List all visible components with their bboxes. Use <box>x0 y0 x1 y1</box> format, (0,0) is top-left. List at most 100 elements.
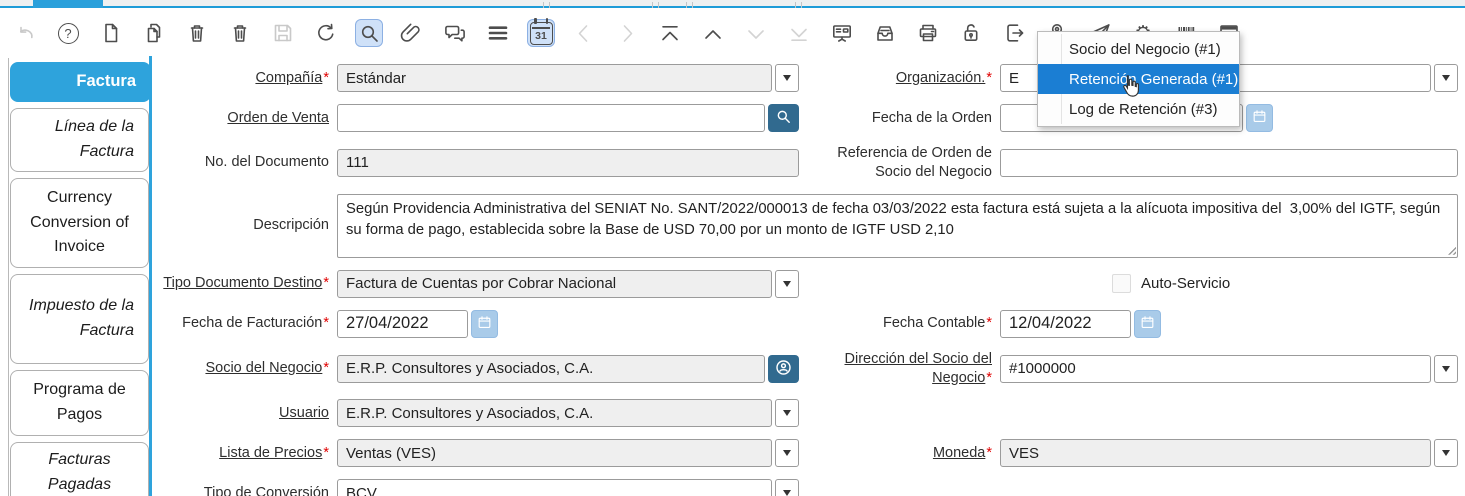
business-partner-icon <box>774 358 793 380</box>
workflow-icon[interactable] <box>829 20 855 46</box>
fecha-contable-input[interactable] <box>1000 309 1131 338</box>
archive-icon[interactable] <box>872 20 898 46</box>
field-label-tipo-de-conversion[interactable]: Tipo de Conversión <box>204 485 329 496</box>
delete-record-icon[interactable] <box>184 20 210 46</box>
fecha-de-la-orden-calendar-button[interactable] <box>1246 104 1273 132</box>
tab-strip-tick <box>801 2 802 8</box>
sidebar-tab-linea-de-la-factura[interactable]: Línea de la Factura <box>10 108 149 172</box>
chevron-right-icon[interactable] <box>614 20 640 46</box>
grid-toggle-icon[interactable] <box>485 20 511 46</box>
tab-strip-tick <box>795 2 796 8</box>
field-label-organizacion[interactable]: Organización. <box>896 70 985 86</box>
field-label-lista-de-precios[interactable]: Lista de Precios <box>219 445 322 461</box>
save-icon[interactable] <box>270 20 296 46</box>
field-label-socio-del-negocio[interactable]: Socio del Negocio <box>205 360 322 376</box>
field-label-fecha-de-la-orden: Fecha de la Orden <box>871 109 992 126</box>
required-asterisk: * <box>323 315 329 332</box>
orden-de-venta-lookup-button[interactable] <box>768 104 799 132</box>
field-label-direccion-del-socio-del-negocio[interactable]: Dirección del Socio del Negocio <box>845 351 993 386</box>
field-label-compania[interactable]: Compañía <box>255 70 322 86</box>
help-icon[interactable]: ? <box>55 20 81 46</box>
browser-tab-strip <box>0 0 1465 8</box>
field-label-tipo-documento-destino[interactable]: Tipo Documento Destino <box>163 275 322 291</box>
context-menu-item-socio-del-negocio-1[interactable]: Socio del Negocio (#1) <box>1038 34 1239 64</box>
form-row: Descripción Según Providencia Administrat… <box>152 193 1465 258</box>
undo-icon[interactable] <box>12 20 38 46</box>
compania-input[interactable] <box>337 64 772 92</box>
lock-icon[interactable] <box>958 20 984 46</box>
field-label-usuario[interactable]: Usuario <box>279 405 329 421</box>
organizacion-dropdown-button[interactable] <box>1434 64 1458 92</box>
export-icon[interactable] <box>1001 20 1027 46</box>
tab-strip-tick <box>652 2 653 8</box>
lista-de-precios-input[interactable] <box>337 439 772 468</box>
hand-cursor <box>1123 75 1139 97</box>
form-row: Fecha de Facturación*Fecha Contable* <box>152 309 1465 338</box>
last-record-icon[interactable] <box>786 20 812 46</box>
next-record-icon[interactable] <box>743 20 769 46</box>
required-asterisk: * <box>323 275 329 292</box>
chevron-down-icon <box>783 450 791 457</box>
sidebar-tab-programa-de-pagos[interactable]: Programa de Pagos <box>10 370 149 436</box>
usuario-input[interactable] <box>337 399 772 428</box>
active-tab-segment <box>33 0 103 8</box>
field-label-moneda[interactable]: Moneda <box>933 445 985 461</box>
refresh-icon[interactable] <box>313 20 339 46</box>
field-label-orden-de-venta[interactable]: Orden de Venta <box>227 110 329 126</box>
sidebar-tab-facturas-pagadas[interactable]: Facturas Pagadas <box>10 442 149 496</box>
form-row: Lista de Precios*Moneda* <box>152 439 1465 468</box>
direccion-del-socio-del-negocio-input[interactable] <box>1000 354 1431 383</box>
required-asterisk: * <box>323 69 329 86</box>
tipo-documento-destino-dropdown-button[interactable] <box>775 269 799 298</box>
socio-del-negocio-lookup-button[interactable] <box>768 354 799 383</box>
form-row: Tipo Documento Destino* Auto-Servicio <box>152 269 1465 298</box>
moneda-dropdown-button[interactable] <box>1434 439 1458 468</box>
required-asterisk: * <box>986 444 992 461</box>
copy-record-icon[interactable] <box>141 20 167 46</box>
required-asterisk: * <box>323 360 329 377</box>
descripcion-textarea[interactable]: Según Providencia Administrativa del SEN… <box>337 193 1458 258</box>
print-icon[interactable] <box>915 20 941 46</box>
attachment-icon[interactable] <box>399 20 425 46</box>
sidebar-tab-factura[interactable]: Factura <box>10 62 151 102</box>
fecha-de-facturacion-input[interactable] <box>337 309 468 338</box>
chevron-down-icon <box>1442 75 1450 81</box>
fecha-contable-calendar-button[interactable] <box>1134 309 1161 338</box>
tipo-de-conversion-input[interactable] <box>337 479 772 496</box>
tipo-documento-destino-input[interactable] <box>337 269 772 298</box>
required-asterisk: * <box>323 444 329 461</box>
referencia-de-orden-de-socio-del-negocio-input[interactable] <box>1000 148 1458 177</box>
chat-icon[interactable] <box>442 20 468 46</box>
orden-de-venta-input[interactable] <box>337 104 765 132</box>
calendar-icon <box>476 314 493 334</box>
fecha-de-facturacion-calendar-button[interactable] <box>471 309 498 338</box>
direccion-del-socio-del-negocio-dropdown-button[interactable] <box>1434 354 1458 383</box>
form-row: Compañía*Organización.* <box>152 64 1465 92</box>
tipo-de-conversion-dropdown-button[interactable] <box>775 479 799 496</box>
context-menu-item-log-de-retencion-3[interactable]: Log de Retención (#3) <box>1038 94 1239 124</box>
no-del-documento-input[interactable] <box>337 148 799 177</box>
calendar-icon <box>1139 314 1156 334</box>
tab-strip-tick <box>543 2 544 8</box>
sidebar-tab-impuesto-de-la-factura[interactable]: Impuesto de la Factura <box>10 274 149 364</box>
moneda-input[interactable] <box>1000 439 1431 468</box>
toolbar: ?31⚙ <box>0 10 1465 56</box>
previous-record-icon[interactable] <box>700 20 726 46</box>
chevron-left-icon[interactable] <box>571 20 597 46</box>
calendar-icon[interactable]: 31 <box>528 18 554 46</box>
first-record-icon[interactable] <box>657 20 683 46</box>
lista-de-precios-dropdown-button[interactable] <box>775 439 799 468</box>
socio-del-negocio-input[interactable] <box>337 354 765 383</box>
chevron-down-icon <box>1442 450 1450 457</box>
field-label-no-del-documento: No. del Documento <box>204 154 329 171</box>
auto-servicio-checkbox[interactable] <box>1112 274 1131 294</box>
compania-dropdown-button[interactable] <box>775 64 799 92</box>
delete-selection-icon[interactable] <box>227 20 253 46</box>
invoice-form: Compañía*Organización.*Orden de VentaFec… <box>152 56 1465 496</box>
form-row: No. del Documento Referencia de Orden de … <box>152 144 1465 182</box>
form-row: Socio del Negocio* Dirección del Socio de… <box>152 350 1465 388</box>
find-icon[interactable] <box>356 20 382 46</box>
usuario-dropdown-button[interactable] <box>775 399 799 428</box>
new-record-icon[interactable] <box>98 20 124 46</box>
sidebar-tab-currency-conversion-of-invoice[interactable]: Currency Conversion of Invoice <box>10 178 149 268</box>
